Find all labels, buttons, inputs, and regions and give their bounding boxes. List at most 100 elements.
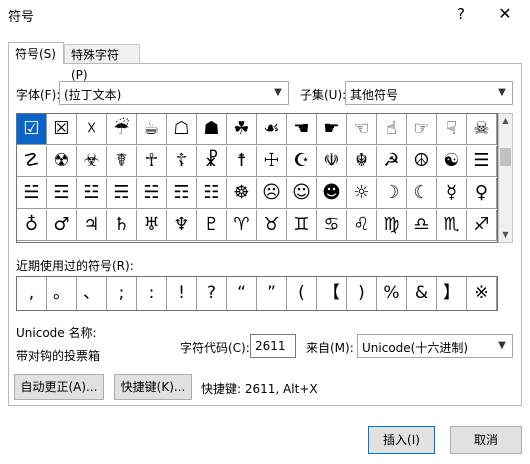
symbol-cell[interactable]: ☶ [167,178,197,209]
symbol-cell[interactable]: ♏ [437,210,467,241]
symbol-cell[interactable]: ☞ [407,114,437,145]
symbol-cell[interactable]: ♍ [377,210,407,241]
symbol-cell[interactable]: ☣ [77,146,107,177]
symbol-cell[interactable]: ☻ [317,178,347,209]
from-select[interactable]: Unicode(十六进制) ▼ [357,334,513,358]
recent-symbol-cell[interactable]: 、 [77,277,107,310]
close-button[interactable]: ✕ [492,3,518,25]
recent-symbol-cell[interactable]: ! [167,277,197,310]
recent-symbol-cell[interactable]: ) [347,277,377,310]
recent-symbol-cell[interactable]: “ [227,277,257,310]
symbol-cell[interactable]: ☝ [377,114,407,145]
symbol-cell[interactable]: ☸ [227,178,257,209]
symbol-cell[interactable]: ♌ [347,210,377,241]
symbol-cell[interactable]: ♄ [107,210,137,241]
recent-symbol-cell[interactable]: ? [197,277,227,310]
symbol-cell[interactable]: ☕ [137,114,167,145]
symbol-cell[interactable]: ☚ [287,114,317,145]
tab-special-characters[interactable]: 特殊字符(P) [64,44,140,82]
symbol-cell[interactable]: ♐ [467,210,497,241]
symbol-cell[interactable]: ☒ [47,114,77,145]
symbol-cell[interactable]: ☿ [437,178,467,209]
symbol-cell[interactable]: ☖ [167,114,197,145]
subset-select[interactable]: 其他符号 ▼ [345,81,513,105]
symbol-cell[interactable]: ☷ [197,178,227,209]
symbol-cell[interactable]: ☺ [287,178,317,209]
symbol-cell[interactable]: ☽ [377,178,407,209]
scrollbar-thumb[interactable] [500,148,511,166]
symbol-cell[interactable]: ☮ [407,146,437,177]
recent-symbol-cell[interactable]: & [407,277,437,310]
symbol-cell[interactable]: ♁ [17,210,47,241]
symbol-cell[interactable]: ♃ [77,210,107,241]
symbol-cell[interactable]: ☗ [197,114,227,145]
symbol-cell[interactable]: ♉ [257,210,287,241]
symbol-cell[interactable]: ☪ [287,146,317,177]
symbol-cell[interactable]: ☙ [257,114,287,145]
symbol-cell[interactable]: ♇ [197,210,227,241]
char-code-input[interactable]: 2611 [250,334,296,358]
symbol-cell[interactable]: ☵ [137,178,167,209]
symbol-cell[interactable]: ☧ [197,146,227,177]
symbol-cell[interactable]: ☲ [47,178,77,209]
symbol-cell[interactable]: ☘ [227,114,257,145]
symbol-cell[interactable]: ☓ [77,114,107,145]
recent-symbol-cell[interactable]: ( [287,277,317,310]
symbol-cell[interactable]: ☳ [77,178,107,209]
symbol-cell[interactable]: ☑ [17,114,47,145]
symbol-cell[interactable]: ☥ [137,146,167,177]
symbol-cell[interactable]: ☡ [17,146,47,177]
symbol-cell[interactable]: ☠ [467,114,497,145]
symbol-cell[interactable]: ☢ [47,146,77,177]
recent-symbol-cell[interactable]: 】 [437,277,467,310]
symbol-cell[interactable]: ☯ [437,146,467,177]
symbol-cell[interactable]: ☱ [17,178,47,209]
insert-button[interactable]: 插入(I) [368,426,435,454]
symbol-cell[interactable]: ♈ [227,210,257,241]
recent-symbol-cell[interactable]: % [377,277,407,310]
font-select-value: (拉丁文本) [64,88,122,102]
recent-symbol-cell[interactable]: ” [257,277,287,310]
symbol-cell[interactable]: ♊ [287,210,317,241]
symbol-cell[interactable]: ☟ [437,114,467,145]
shortcut-key-button[interactable]: 快捷键(K)... [114,374,192,400]
recent-symbol-cell[interactable]: 【 [317,277,347,310]
symbol-cell[interactable]: ♆ [167,210,197,241]
recent-symbol-cell[interactable]: , [17,277,47,310]
symbol-cell[interactable]: ☴ [107,178,137,209]
symbol-cell[interactable]: ♋ [317,210,347,241]
symbol-cell[interactable]: ♀ [467,178,497,209]
help-button[interactable]: ? [449,3,473,25]
symbol-cell[interactable]: ☬ [347,146,377,177]
symbol-cell[interactable]: ☾ [407,178,437,209]
symbol-grid-scrollbar[interactable]: ▲ ▼ [498,113,513,243]
symbol-cell[interactable]: ☦ [167,146,197,177]
symbol-cell[interactable]: ☰ [467,146,497,177]
symbol-cell[interactable]: ☤ [107,146,137,177]
symbol-cell[interactable]: ♎ [407,210,437,241]
symbol-cell[interactable]: ☜ [347,114,377,145]
symbol-cell[interactable]: ☨ [227,146,257,177]
symbol-cell[interactable]: ☹ [257,178,287,209]
autocorrect-button[interactable]: 自动更正(A)... [14,374,104,400]
chevron-down-icon: ▼ [498,87,506,98]
symbol-cell[interactable]: ☛ [317,114,347,145]
subset-select-value: 其他符号 [350,88,399,102]
symbol-cell[interactable]: ☫ [317,146,347,177]
font-select[interactable]: (拉丁文本) ▼ [59,81,289,105]
symbol-cell[interactable]: ☩ [257,146,287,177]
recent-symbol-cell[interactable]: ; [107,277,137,310]
recent-symbol-cell[interactable]: ※ [467,277,497,310]
symbol-cell[interactable]: ☭ [377,146,407,177]
recent-symbol-cell[interactable]: 。 [47,277,77,310]
recent-symbol-cell[interactable]: : [137,277,167,310]
cancel-button[interactable]: 取消 [450,426,522,454]
symbol-cell[interactable]: ♂ [47,210,77,241]
symbol-cell[interactable]: ♅ [137,210,167,241]
scroll-down-icon[interactable]: ▼ [499,228,512,242]
scroll-up-icon[interactable]: ▲ [499,114,512,128]
from-label: 来自(M): [306,341,354,355]
symbol-cell[interactable]: ☔ [107,114,137,145]
tab-symbols[interactable]: 符号(S) [8,42,64,64]
symbol-cell[interactable]: ☼ [347,178,377,209]
